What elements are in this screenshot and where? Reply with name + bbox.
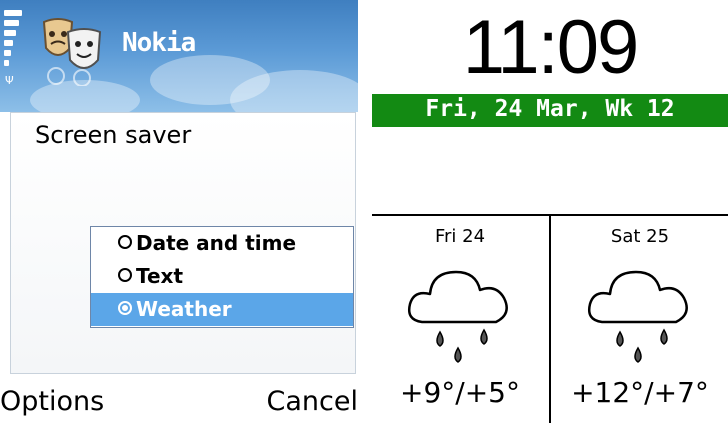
date-bar: Fri, 24 Mar, Wk 12 xyxy=(372,94,728,127)
clock-screen: 11:09 Fri, 24 Mar, Wk 12 Fri 24 +9°/+5° … xyxy=(372,0,728,423)
signal-strength-icon xyxy=(4,10,22,70)
radio-icon xyxy=(118,235,132,249)
option-date-and-time[interactable]: Date and time xyxy=(91,227,353,260)
option-list-popup: Date and time Text Weather xyxy=(90,226,354,328)
page-title: Screen saver xyxy=(35,121,192,149)
option-label: Weather xyxy=(136,297,232,321)
clock-time: 11:09 xyxy=(462,5,640,90)
options-softkey[interactable]: Options xyxy=(0,386,104,417)
phone-screen: Ψ Nokia Screen saver Date and time Text … xyxy=(0,0,358,423)
cancel-softkey[interactable]: Cancel xyxy=(267,386,358,417)
app-title: Nokia xyxy=(122,28,196,58)
themes-masks-icon xyxy=(42,18,102,86)
forecast-day: Sat 25 +12°/+7° xyxy=(552,216,728,423)
radio-selected-icon xyxy=(118,301,132,315)
option-label: Text xyxy=(136,264,184,288)
rain-cloud-icon xyxy=(588,270,688,363)
forecast-day-label: Fri 24 xyxy=(434,226,486,247)
softkey-bar: Options Cancel xyxy=(0,380,358,423)
date-text: Fri, 24 Mar, Wk 12 xyxy=(425,96,675,122)
title-bar: Ψ Nokia xyxy=(0,0,358,112)
antenna-icon: Ψ xyxy=(5,74,14,87)
forecast-temperature: +12°/+7° xyxy=(571,376,709,409)
option-text[interactable]: Text xyxy=(91,260,353,293)
forecast-day-label: Sat 25 xyxy=(610,226,670,247)
weather-forecast: Fri 24 +9°/+5° Sat 25 +12°/+7° xyxy=(372,214,728,423)
forecast-day: Fri 24 +9°/+5° xyxy=(372,216,548,423)
rain-cloud-icon xyxy=(408,270,508,363)
option-weather[interactable]: Weather xyxy=(91,293,353,326)
option-label: Date and time xyxy=(136,231,297,255)
forecast-divider xyxy=(549,216,551,423)
forecast-temperature: +9°/+5° xyxy=(400,376,520,409)
radio-icon xyxy=(118,268,132,282)
